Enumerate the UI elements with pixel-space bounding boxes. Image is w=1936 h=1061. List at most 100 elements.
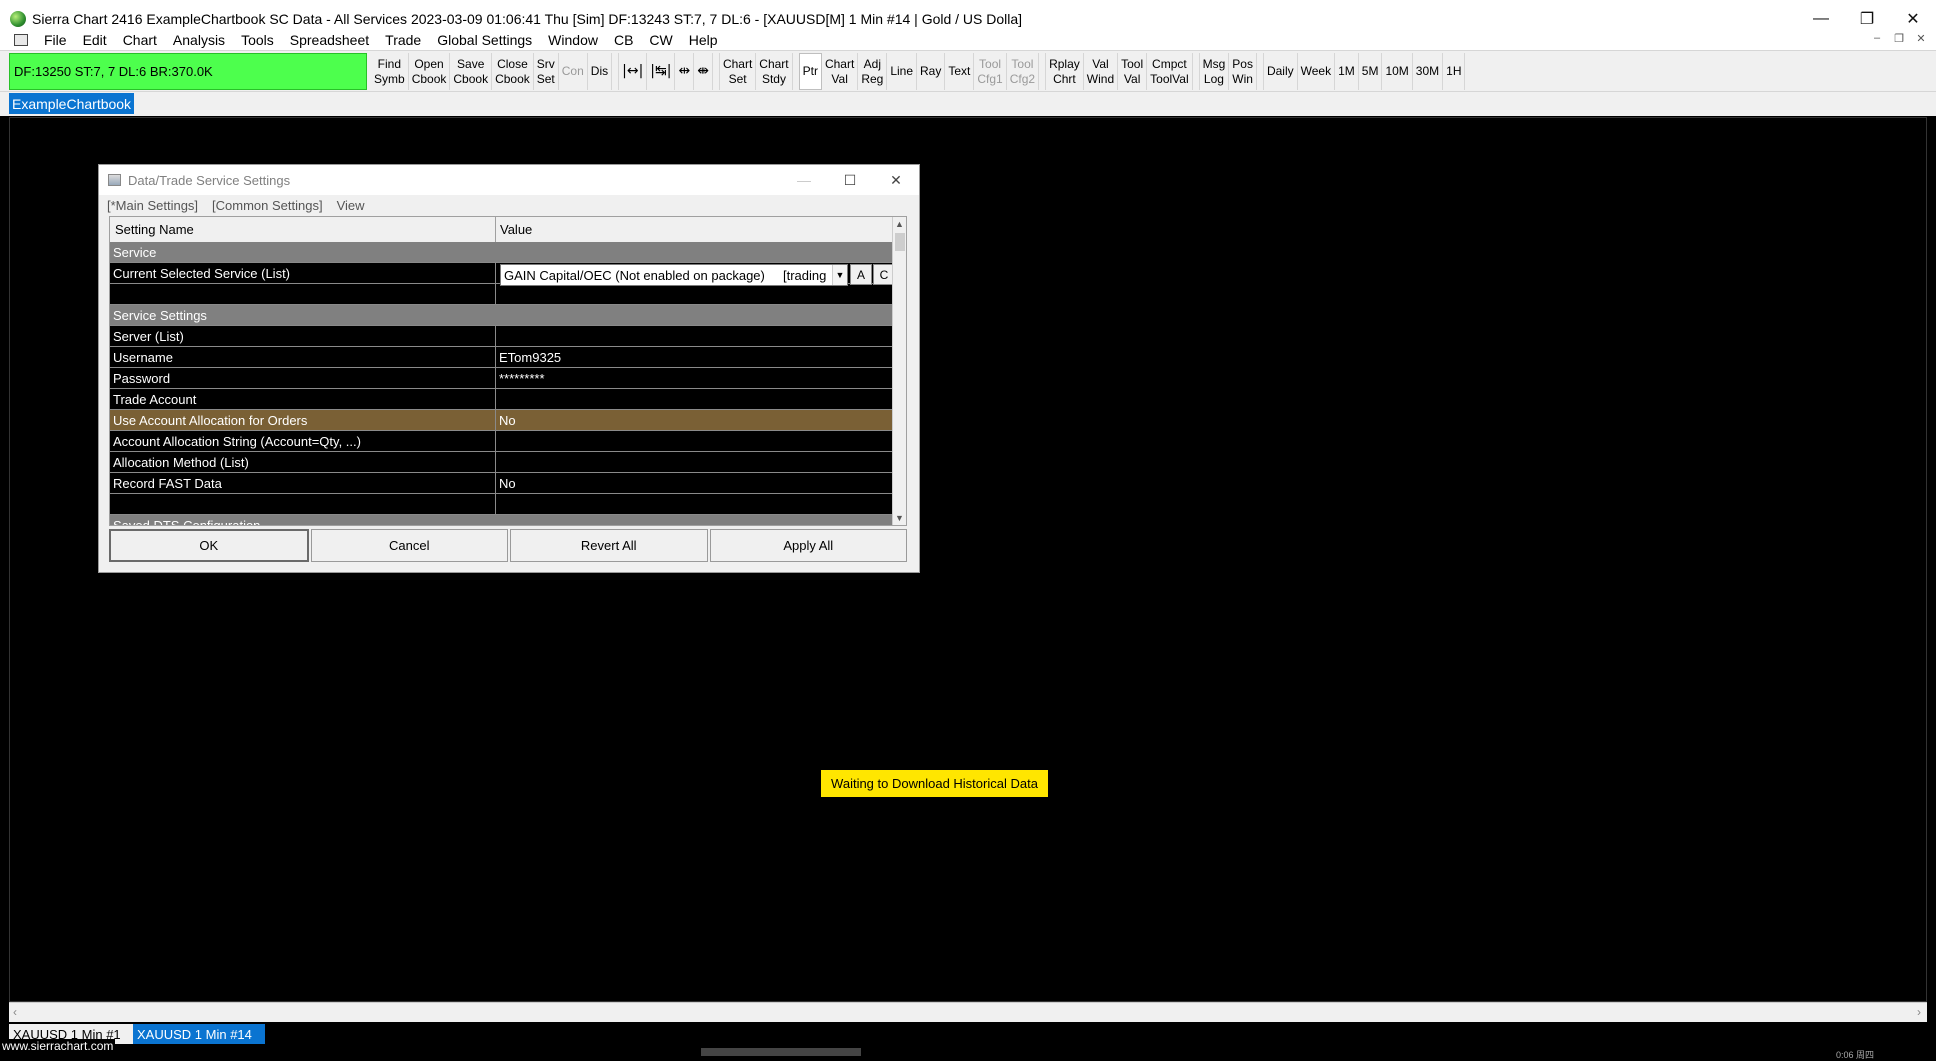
toolbar-button-opencbook[interactable]: Open Cbook	[409, 53, 451, 90]
toolbar-button-valwind[interactable]: Val Wind	[1084, 53, 1119, 90]
menu-analysis[interactable]: Analysis	[165, 32, 233, 48]
cancel-button[interactable]: Cancel	[310, 529, 508, 562]
toolbar-button-ray[interactable]: Ray	[917, 53, 946, 90]
mdi-restore-button[interactable]: ❐	[1890, 32, 1908, 45]
scroll-left-icon[interactable]: ‹	[13, 1005, 17, 1019]
scroll-thumb[interactable]	[895, 233, 905, 251]
menu-edit[interactable]: Edit	[75, 32, 115, 48]
toolbar-button-toolcfg2[interactable]: Tool Cfg2	[1007, 53, 1040, 90]
toolbar-button-30m[interactable]: 30M	[1413, 53, 1444, 90]
chevron-down-icon[interactable]: ▼	[832, 265, 847, 285]
data-trade-service-settings-dialog: Data/Trade Service Settings — ☐ ✕ [*Main…	[98, 164, 920, 573]
chart-tab-14[interactable]: XAUUSD 1 Min #14	[133, 1024, 265, 1044]
toolbar: DF:13250 ST:7, 7 DL:6 BR:370.0K Find Symb…	[0, 50, 1936, 92]
toolbar-button-con[interactable]: Con	[559, 53, 588, 90]
toolbar-button-cmpcttoolval[interactable]: Cmpct ToolVal	[1147, 53, 1193, 90]
toolbar-button-savecbook[interactable]: Save Cbook	[450, 53, 493, 90]
tab-main-settings[interactable]: [*Main Settings]	[107, 198, 198, 213]
toolbar-button-1m[interactable]: 1M	[1335, 53, 1359, 90]
a-button[interactable]: A	[850, 264, 872, 285]
dialog-close-button[interactable]: ✕	[873, 165, 919, 195]
apply-all-button[interactable]: Apply All	[709, 529, 907, 562]
menu-help[interactable]: Help	[681, 32, 726, 48]
dialog-buttons: OK Cancel Revert All Apply All	[109, 529, 907, 562]
toolbar-button-rplaychrt[interactable]: Rplay Chrt	[1045, 53, 1084, 90]
tab-common-settings[interactable]: [Common Settings]	[212, 198, 323, 213]
toolbar-button-chartval[interactable]: Chart Val	[822, 53, 859, 90]
row-password[interactable]: Password *********	[110, 368, 894, 389]
setting-value[interactable]: No	[496, 410, 894, 430]
section-service: Service	[110, 242, 894, 263]
toolbar-button-week[interactable]: Week	[1298, 53, 1336, 90]
website-link[interactable]: www.sierrachart.com	[0, 1039, 116, 1053]
column-header-setting-name[interactable]: Setting Name	[110, 217, 496, 242]
toolbar-scale-icon-8[interactable]: |↹|	[647, 53, 676, 90]
menu-cb[interactable]: CB	[606, 32, 641, 48]
toolbar-button-line[interactable]: Line	[887, 53, 918, 90]
toolbar-button-1h[interactable]: 1H	[1443, 53, 1466, 90]
password-value[interactable]: *********	[496, 368, 894, 388]
clock-text: 0:06 周四	[1835, 1050, 1874, 1060]
toolbar-button-label-line1: Open	[414, 56, 444, 71]
toolbar-button-msglog[interactable]: Msg Log	[1198, 53, 1230, 90]
toolbar-button-toolval[interactable]: Tool Val	[1118, 53, 1148, 90]
toolbar-button-ptr[interactable]: Ptr	[798, 53, 822, 90]
row-server[interactable]: Server (List)	[110, 326, 894, 347]
toolbar-button-poswin[interactable]: Pos Win	[1229, 53, 1257, 90]
row-use-account-allocation[interactable]: Use Account Allocation for Orders No	[110, 410, 894, 431]
revert-all-button[interactable]: Revert All	[510, 529, 708, 562]
toolbar-scale-icon-10[interactable]: ⇼	[694, 53, 713, 90]
scroll-down-icon[interactable]: ▼	[895, 513, 904, 523]
row-record-fast-data[interactable]: Record FAST Data No	[110, 473, 894, 494]
setting-value[interactable]	[496, 389, 894, 409]
scroll-up-icon[interactable]: ▲	[895, 219, 904, 229]
toolbar-button-chartset[interactable]: Chart Set	[718, 53, 757, 90]
toolbar-button-dis[interactable]: Dis	[588, 53, 613, 90]
mdi-close-button[interactable]: ✕	[1912, 32, 1930, 45]
menu-trade[interactable]: Trade	[377, 32, 429, 48]
chartbook-tab[interactable]: ExampleChartbook	[9, 93, 135, 114]
setting-value[interactable]	[496, 431, 894, 451]
username-value[interactable]: ETom9325	[496, 347, 894, 367]
toolbar-button-srvset[interactable]: Srv Set	[534, 53, 559, 90]
setting-value[interactable]: No	[496, 473, 894, 493]
toolbar-button-chartstdy[interactable]: Chart Stdy	[756, 53, 793, 90]
dialog-minimize-button[interactable]: —	[781, 165, 827, 195]
row-allocation-string[interactable]: Account Allocation String (Account=Qty, …	[110, 431, 894, 452]
toolbar-button-label-line1: Text	[948, 64, 971, 78]
toolbar-button-daily[interactable]: Daily	[1262, 53, 1298, 90]
toolbar-scale-icon-7[interactable]: |↔|	[618, 53, 648, 90]
row-allocation-method[interactable]: Allocation Method (List)	[110, 452, 894, 473]
toolbar-scale-icon-9[interactable]: ⇹	[675, 53, 695, 90]
document-icon[interactable]	[14, 34, 28, 46]
setting-value[interactable]	[496, 452, 894, 472]
column-header-value[interactable]: Value	[496, 217, 894, 242]
toolbar-button-findsymb[interactable]: Find Symb	[371, 53, 409, 90]
menu-window[interactable]: Window	[540, 32, 606, 48]
menu-global-settings[interactable]: Global Settings	[429, 32, 540, 48]
menu-cw[interactable]: CW	[641, 32, 680, 48]
row-trade-account[interactable]: Trade Account	[110, 389, 894, 410]
toolbar-button-text[interactable]: Text	[945, 53, 975, 90]
row-username[interactable]: Username ETom9325	[110, 347, 894, 368]
toolbar-button-toolcfg1[interactable]: Tool Cfg1	[974, 53, 1007, 90]
menu-file[interactable]: File	[36, 32, 75, 48]
toolbar-button-10m[interactable]: 10M	[1382, 53, 1413, 90]
bottom-scroll-thumb[interactable]	[701, 1048, 861, 1056]
toolbar-button-label-line1: Cmpct	[1152, 56, 1187, 71]
menu-tools[interactable]: Tools	[233, 32, 282, 48]
toolbar-button-closecbook[interactable]: Close Cbook	[492, 53, 534, 90]
vertical-scrollbar[interactable]: ▲ ▼	[892, 217, 906, 525]
dialog-maximize-button[interactable]: ☐	[827, 165, 873, 195]
mdi-minimize-button[interactable]: –	[1868, 32, 1886, 45]
menu-chart[interactable]: Chart	[115, 32, 165, 48]
setting-value[interactable]	[496, 326, 894, 346]
scroll-right-icon[interactable]: ›	[1917, 1005, 1921, 1019]
horizontal-scrollbar[interactable]: ‹ ›	[9, 1002, 1927, 1022]
ok-button[interactable]: OK	[109, 529, 309, 562]
service-dropdown[interactable]: GAIN Capital/OEC (Not enabled on package…	[500, 264, 848, 286]
tab-view[interactable]: View	[337, 198, 365, 213]
menu-spreadsheet[interactable]: Spreadsheet	[282, 32, 377, 48]
toolbar-button-5m[interactable]: 5M	[1359, 53, 1383, 90]
toolbar-button-adjreg[interactable]: Adj Reg	[858, 53, 888, 90]
